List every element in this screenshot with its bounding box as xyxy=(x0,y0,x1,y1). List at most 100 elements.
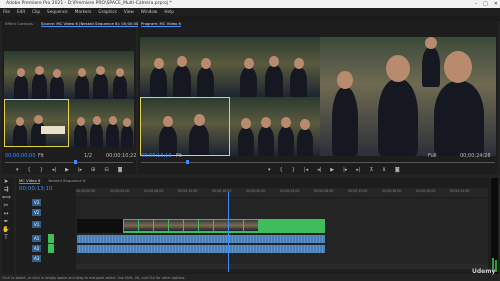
multicam-angle-4[interactable] xyxy=(69,99,134,147)
status-bar: Click to select, or click in empty space… xyxy=(2,276,186,280)
menu-window[interactable]: Window xyxy=(141,8,158,16)
menu-help[interactable]: Help xyxy=(164,8,174,16)
audio-clip-a1[interactable] xyxy=(77,235,325,243)
program-angle-3-active[interactable] xyxy=(140,97,230,156)
pen-tool-icon[interactable]: ✒ xyxy=(2,218,10,226)
track-header-v3[interactable]: V3 xyxy=(18,198,74,208)
menu-graphics[interactable]: Graphics xyxy=(98,8,117,16)
program-scrub-bar[interactable] xyxy=(141,162,495,163)
track-area[interactable] xyxy=(76,198,488,272)
step-back-icon[interactable]: ◂| xyxy=(317,167,321,173)
multicam-angle-2[interactable] xyxy=(69,51,134,99)
source-playhead[interactable] xyxy=(74,160,77,164)
track-label[interactable]: A2 xyxy=(32,245,42,252)
menu-markers[interactable]: Markers xyxy=(75,8,92,16)
play-icon[interactable]: ▶ xyxy=(65,167,69,173)
menu-view[interactable]: View xyxy=(124,8,134,16)
slip-tool-icon[interactable]: ↔ xyxy=(2,210,10,218)
program-resolution[interactable]: Full xyxy=(428,153,437,159)
track-label[interactable]: A3 xyxy=(32,255,42,262)
crew-member xyxy=(121,125,133,147)
menu-edit[interactable]: Edit xyxy=(17,8,25,16)
menu-file[interactable]: File xyxy=(3,8,10,16)
lift-icon[interactable]: ⊼ xyxy=(370,167,374,173)
source-fit-select[interactable]: Fit xyxy=(38,153,44,159)
mark-in-icon[interactable]: { xyxy=(280,167,283,173)
menu-clip[interactable]: Clip xyxy=(32,8,40,16)
play-icon[interactable]: ▶ xyxy=(330,167,334,173)
timeline-scrollbar[interactable] xyxy=(76,264,488,269)
marker-icon[interactable]: ▾ xyxy=(268,167,271,173)
track-label[interactable]: V2 xyxy=(32,209,42,216)
close-button[interactable]: ✕ xyxy=(494,0,498,8)
minimize-button[interactable]: – xyxy=(475,0,478,8)
crew-member xyxy=(258,126,274,156)
export-frame-icon[interactable]: ◙ xyxy=(395,167,400,173)
extract-icon[interactable]: ⊻ xyxy=(382,167,386,173)
track-header-v1[interactable]: V1 xyxy=(18,218,74,232)
multicam-angle-1[interactable] xyxy=(4,51,69,99)
track-select-icon[interactable]: ⇶ xyxy=(2,186,10,194)
source-timecode[interactable]: 00;00;00;00 xyxy=(5,153,36,159)
marker-icon[interactable]: ▾ xyxy=(16,167,19,173)
track-lane-v1[interactable] xyxy=(76,218,488,235)
timeline-timecode[interactable]: 00;00;13;10 xyxy=(19,186,53,192)
program-video[interactable] xyxy=(140,37,496,156)
tab-source[interactable]: Source: MC Video 6 (Nested Sequence 6): … xyxy=(40,21,145,27)
export-frame-icon[interactable]: ◙ xyxy=(118,167,123,173)
ripple-edit-icon[interactable]: ⟺ xyxy=(2,194,11,202)
overwrite-icon[interactable]: ⊟ xyxy=(104,167,108,173)
track-header-a2[interactable]: A2 xyxy=(18,244,74,254)
mark-out-icon[interactable]: } xyxy=(40,167,43,173)
mute-toggle[interactable] xyxy=(48,234,54,243)
source-video[interactable] xyxy=(4,51,134,147)
track-header-a3[interactable]: A3 xyxy=(18,254,74,264)
hand-tool-icon[interactable]: ✋ xyxy=(2,226,10,234)
program-angle-4[interactable] xyxy=(230,97,320,156)
razor-tool-icon[interactable]: ✂ xyxy=(2,202,10,210)
video-clip-multicam[interactable] xyxy=(123,219,325,233)
go-to-out-icon[interactable]: ▸| xyxy=(356,167,360,173)
crew-member xyxy=(240,67,257,97)
multicam-angle-3-active[interactable] xyxy=(4,99,69,147)
program-angle-1[interactable] xyxy=(140,37,230,97)
tab-sequence[interactable]: MC Video 6 xyxy=(19,178,41,184)
time-ruler[interactable]: 00;00;00;00 00;00;04;00 00;00;08;00 00;0… xyxy=(76,188,488,197)
maximize-button[interactable]: □ xyxy=(483,0,488,8)
insert-icon[interactable]: ⊞ xyxy=(91,167,95,173)
menu-sequence[interactable]: Sequence xyxy=(47,8,68,16)
program-timecode[interactable]: 00;00;13;10 xyxy=(141,153,172,159)
crew-member xyxy=(106,123,119,147)
type-tool-icon[interactable]: T xyxy=(2,234,10,242)
timeline-playhead[interactable] xyxy=(228,192,230,272)
go-to-in-icon[interactable]: |◂ xyxy=(304,167,308,173)
step-forward-icon[interactable]: |▸ xyxy=(78,167,82,173)
window-controls: – □ ✕ xyxy=(475,0,498,8)
tab-program[interactable]: Program: MC Video 6 xyxy=(141,21,181,27)
track-label[interactable]: V1 xyxy=(32,221,42,228)
source-scrub-bar[interactable] xyxy=(5,162,133,163)
program-fit-select[interactable]: Fit xyxy=(176,153,182,159)
source-resolution[interactable]: 1/2 xyxy=(84,153,92,159)
program-angle-2[interactable] xyxy=(230,37,320,97)
track-header-a1[interactable]: A1 xyxy=(18,234,74,244)
program-playhead[interactable] xyxy=(186,160,189,164)
track-label[interactable]: A1 xyxy=(32,235,42,242)
clip-thumbnail xyxy=(184,220,198,231)
track-header-v2[interactable]: V2 xyxy=(18,208,74,218)
crew-member xyxy=(173,65,191,97)
step-forward-icon[interactable]: |▸ xyxy=(343,167,347,173)
clip-thumbnail xyxy=(154,220,168,231)
audio-clip-a2[interactable] xyxy=(77,245,325,253)
track-label[interactable]: V3 xyxy=(32,199,42,206)
program-monitor-tabs: Program: MC Video 6 xyxy=(138,21,498,27)
selection-tool-icon[interactable]: ➤ xyxy=(2,178,10,186)
step-back-icon[interactable]: ◂| xyxy=(52,167,56,173)
mark-out-icon[interactable]: } xyxy=(292,167,295,173)
program-full-angle[interactable] xyxy=(320,37,496,156)
video-clip-black[interactable] xyxy=(77,219,123,233)
tab-effect-controls[interactable]: Effect Controls xyxy=(5,21,33,27)
mark-in-icon[interactable]: { xyxy=(28,167,31,173)
mute-toggle[interactable] xyxy=(48,244,54,253)
tab-nested-sequence[interactable]: Nested Sequence 6 xyxy=(48,178,85,184)
